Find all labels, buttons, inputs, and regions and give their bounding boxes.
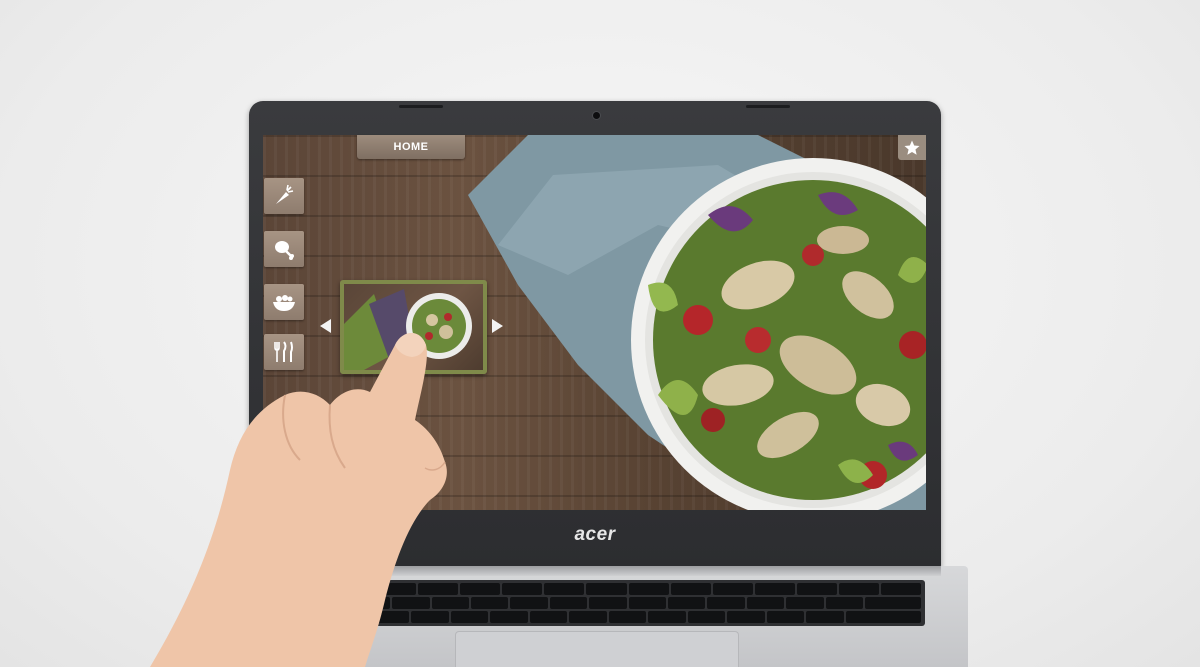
acer-logo: acer <box>574 524 616 545</box>
food-photo <box>468 135 926 510</box>
cutlery-icon <box>274 341 293 362</box>
carrot-icon <box>276 184 294 204</box>
carousel-thumbnail[interactable] <box>340 280 487 374</box>
carousel-prev-button[interactable] <box>320 319 331 333</box>
favorites-button[interactable] <box>898 135 926 160</box>
home-button[interactable]: HOME <box>357 135 465 159</box>
drumstick-icon <box>275 241 294 260</box>
category-meat-button[interactable] <box>264 231 304 267</box>
salad-bowl-icon <box>273 295 295 311</box>
category-dining-button[interactable] <box>264 334 304 370</box>
carousel-next-button[interactable] <box>492 319 503 333</box>
keyboard <box>330 580 925 626</box>
star-icon <box>904 140 920 155</box>
hinge <box>249 566 941 576</box>
category-vegetables-button[interactable] <box>264 178 304 214</box>
trackpad <box>455 631 739 667</box>
category-salad-button[interactable] <box>264 284 304 320</box>
webcam-icon <box>593 112 600 119</box>
thumbnail-image <box>344 289 472 370</box>
